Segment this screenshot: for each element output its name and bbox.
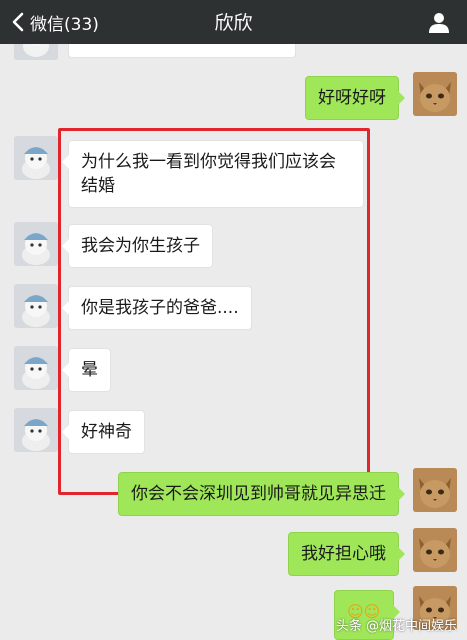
- cat-avatar-icon: [14, 346, 58, 390]
- person-icon[interactable]: [427, 10, 451, 34]
- navigation-bar: 微信(33) 欣欣: [0, 0, 467, 44]
- cat-photo-avatar-icon: [413, 72, 457, 116]
- message-text: 你是我孩子的爸爸....: [81, 298, 239, 318]
- outgoing-message-bubble[interactable]: 好呀好呀: [305, 76, 405, 120]
- my-avatar[interactable]: [413, 468, 457, 512]
- contact-avatar[interactable]: [14, 136, 58, 180]
- cat-photo-avatar-icon: [413, 468, 457, 512]
- cat-avatar-icon: [14, 408, 58, 452]
- back-label: 微信(33): [30, 14, 99, 35]
- chat-area[interactable]: 好呀好呀 为什么我一看到你觉得我们应该会结婚 我会为你生孩子 你是我孩子的爸爸.…: [0, 44, 467, 640]
- outgoing-message-bubble[interactable]: 我好担心哦: [288, 532, 405, 576]
- message-text: 我好担心哦: [301, 544, 386, 564]
- contact-avatar[interactable]: [14, 284, 58, 328]
- message-text: 你会不会深圳见到帅哥就见异思迁: [131, 484, 386, 504]
- cat-avatar-icon: [14, 44, 58, 60]
- incoming-message-bubble[interactable]: 好神奇: [62, 410, 145, 454]
- cat-avatar-icon: [14, 222, 58, 266]
- contact-avatar[interactable]: [14, 346, 58, 390]
- watermark: 头条 @烟花中间娱乐: [335, 619, 457, 634]
- incoming-message-bubble[interactable]: 为什么我一看到你觉得我们应该会结婚: [62, 140, 364, 208]
- outgoing-message-bubble[interactable]: 你会不会深圳见到帅哥就见异思迁: [118, 472, 405, 516]
- cat-avatar-icon: [14, 284, 58, 328]
- my-avatar[interactable]: [413, 528, 457, 572]
- incoming-message-bubble[interactable]: 你是我孩子的爸爸....: [62, 286, 252, 330]
- message-text: 晕: [81, 360, 98, 380]
- incoming-message-bubble[interactable]: 晕: [62, 348, 111, 392]
- my-avatar[interactable]: [413, 72, 457, 116]
- cut-off-message-bubble[interactable]: [68, 44, 296, 58]
- chevron-left-icon: [12, 12, 24, 32]
- message-text: 好呀好呀: [318, 88, 386, 108]
- cat-photo-avatar-icon: [413, 528, 457, 572]
- contact-avatar[interactable]: [14, 44, 58, 60]
- back-button[interactable]: 微信(33): [12, 7, 99, 37]
- message-text: 为什么我一看到你觉得我们应该会结婚: [81, 152, 336, 196]
- contact-avatar[interactable]: [14, 408, 58, 452]
- cat-avatar-icon: [14, 136, 58, 180]
- message-text: 好神奇: [81, 422, 132, 442]
- message-text: 我会为你生孩子: [81, 236, 200, 256]
- incoming-message-bubble[interactable]: 我会为你生孩子: [62, 224, 213, 268]
- contact-avatar[interactable]: [14, 222, 58, 266]
